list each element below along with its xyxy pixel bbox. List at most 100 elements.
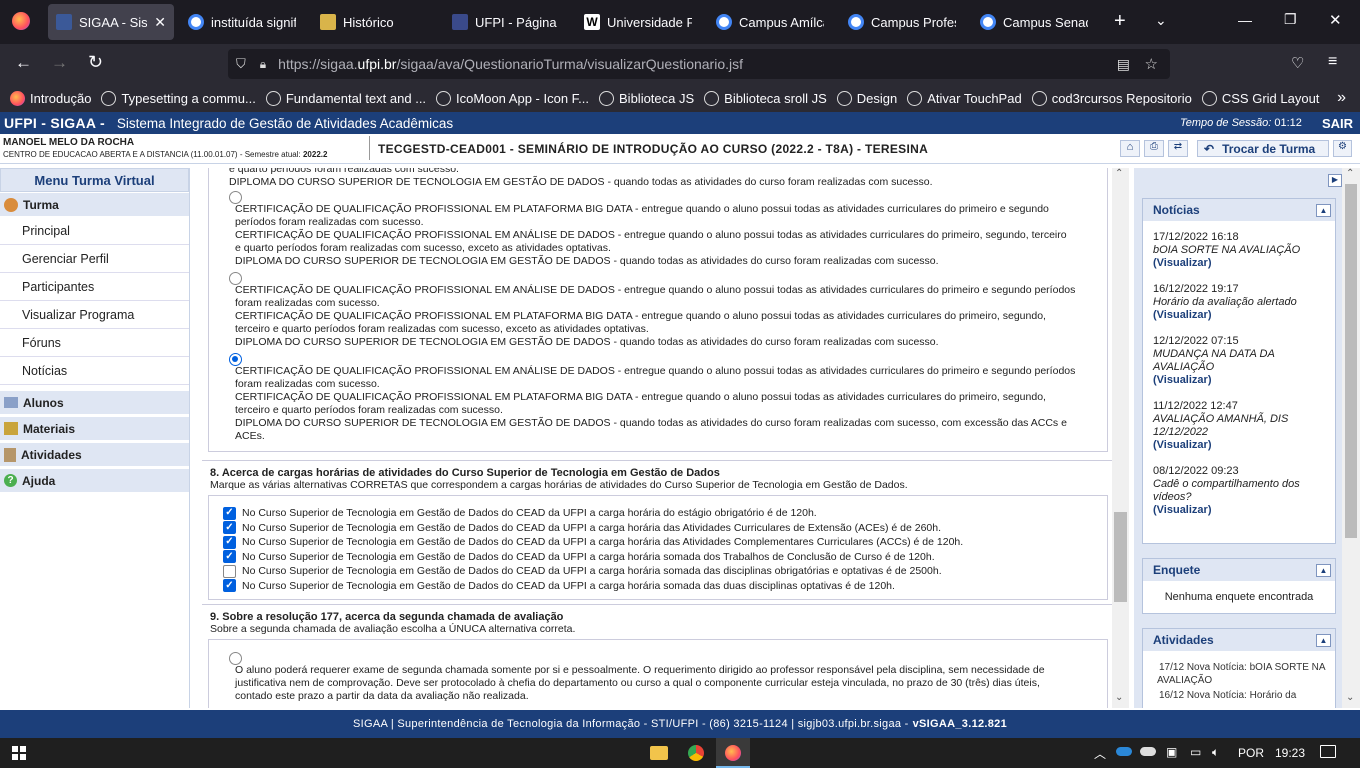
scroll-down-icon[interactable]: ⌄ (1115, 692, 1123, 703)
view-news-link[interactable]: (Visualizar) (1153, 439, 1325, 452)
menu-item-visualizar-programa[interactable]: Visualizar Programa (0, 301, 189, 329)
reload-icon[interactable]: ↻ (88, 52, 103, 73)
menu-section-atividades[interactable]: Atividades (0, 443, 189, 467)
checkbox-checked[interactable]: ✓ (223, 506, 236, 520)
windows-start-icon[interactable] (12, 746, 26, 760)
clock[interactable]: 19:23 (1275, 746, 1305, 760)
bookmark-item[interactable]: Typesetting a commu... (101, 90, 256, 106)
radio-button[interactable] (229, 652, 242, 665)
view-news-link[interactable]: (Visualizar) (1153, 374, 1325, 387)
view-news-link[interactable]: (Visualizar) (1153, 309, 1325, 322)
chevron-up-icon[interactable]: ︿ (1094, 745, 1106, 762)
bookmark-item[interactable]: Design (836, 90, 897, 106)
bookmark-item[interactable]: Biblioteca sroll JS (704, 90, 827, 106)
cloud-icon[interactable] (1140, 747, 1156, 756)
collapse-icon[interactable]: ▲ (1316, 563, 1331, 577)
checkbox-checked[interactable]: ✓ (223, 550, 236, 564)
onedrive-icon[interactable] (1116, 747, 1132, 756)
close-window-icon[interactable]: ✕ (1329, 11, 1342, 29)
home-icon[interactable]: ⌂ (1120, 140, 1140, 157)
checkbox-checked[interactable]: ✓ (223, 579, 236, 593)
close-tab-icon[interactable]: ✕ (154, 14, 166, 31)
content-scrollbar[interactable]: ⌃ ⌄ (1112, 168, 1129, 708)
view-news-link[interactable]: (Visualizar) (1153, 504, 1325, 517)
question-9-option[interactable]: O aluno poderá requerer exame de segunda… (229, 640, 1107, 705)
page-scrollbar[interactable]: ⌃ ⌄ (1342, 168, 1360, 708)
url-bar[interactable]: ⛉ 🔒︎ https://sigaa.ufpi.br/sigaa/ava/Que… (228, 49, 1170, 79)
forward-icon[interactable]: → (51, 53, 68, 73)
question-7-option[interactable]: CERTIFICAÇÃO DE QUALIFICAÇÃO PROFISSIONA… (229, 189, 1107, 270)
view-news-link[interactable]: (Visualizar) (1153, 257, 1325, 270)
tab-historico[interactable]: Histórico (312, 4, 436, 40)
checkbox-option[interactable]: ✓ No Curso Superior de Tecnologia em Gest… (223, 550, 1107, 565)
bookmark-item[interactable]: CSS Grid Layout (1201, 90, 1319, 106)
more-bookmarks-icon[interactable]: » (1337, 89, 1346, 107)
device-icon[interactable]: ▣ (1166, 745, 1177, 759)
tab-campus-amilcar[interactable]: Campus Amílcar (708, 4, 832, 40)
checkbox-checked[interactable]: ✓ (223, 535, 236, 549)
collapse-icon[interactable]: ▲ (1316, 633, 1331, 647)
new-tab-icon[interactable]: + (1114, 10, 1126, 33)
bookmark-item[interactable]: Introdução (10, 90, 91, 106)
exit-link[interactable]: SAIR (1322, 116, 1353, 131)
collapse-icon[interactable]: ▲ (1316, 203, 1331, 217)
bookmark-item[interactable]: cod3rcursos Repositorio (1031, 90, 1192, 106)
checkbox-unchecked[interactable] (223, 564, 236, 578)
reader-view-icon[interactable]: ▤ (1117, 56, 1130, 73)
notifications-icon[interactable] (1320, 745, 1336, 758)
question-7-option[interactable]: CERTIFICAÇÃO DE QUALIFICAÇÃO PROFISSIONA… (229, 270, 1107, 351)
tab-universidade[interactable]: W Universidade Fed (576, 4, 700, 40)
swap-icon[interactable]: ⇄ (1168, 140, 1188, 157)
language-indicator[interactable]: POR (1238, 746, 1264, 760)
tab-campus-senador[interactable]: Campus Senador (972, 4, 1096, 40)
network-icon[interactable]: ▭ (1190, 745, 1201, 759)
checkbox-option[interactable]: ✓ No Curso Superior de Tecnologia em Gest… (223, 579, 1107, 594)
checkbox-checked[interactable]: ✓ (223, 521, 236, 535)
menu-item-principal[interactable]: Principal (0, 217, 189, 245)
chrome-icon[interactable] (688, 745, 704, 761)
bookmark-item[interactable]: IcoMoon App - Icon F... (436, 90, 589, 106)
bookmark-item[interactable]: Biblioteca JS (599, 90, 694, 106)
scroll-thumb[interactable] (1345, 184, 1357, 538)
menu-section-materiais[interactable]: Materiais (0, 417, 189, 441)
pocket-icon[interactable]: ♡ (1291, 54, 1304, 72)
radio-button[interactable] (229, 272, 242, 285)
bookmark-item[interactable]: Fundamental text and ... (265, 90, 426, 106)
firefox-icon[interactable] (12, 12, 30, 30)
tab-campus-professor[interactable]: Campus Professo (840, 4, 964, 40)
checkbox-option[interactable]: ✓ No Curso Superior de Tecnologia em Gest… (223, 521, 1107, 536)
tab-ufpi[interactable]: UFPI - Página ini (444, 4, 568, 40)
scroll-up-icon[interactable]: ⌃ (1115, 168, 1123, 179)
bookmark-item[interactable]: Ativar TouchPad (907, 90, 1022, 106)
file-explorer-icon[interactable] (650, 746, 668, 760)
menu-item-participantes[interactable]: Participantes (0, 273, 189, 301)
menu-item-noticias[interactable]: Notícias (0, 357, 189, 385)
menu-section-ajuda[interactable]: ? Ajuda (0, 469, 189, 493)
menu-item-gerenciar-perfil[interactable]: Gerenciar Perfil (0, 245, 189, 273)
restore-icon[interactable]: ❐ (1284, 11, 1297, 28)
settings-icon[interactable]: ⚙ (1333, 140, 1352, 157)
scroll-thumb[interactable] (1114, 512, 1127, 602)
bookmark-star-icon[interactable]: ☆ (1145, 55, 1158, 73)
checkbox-option[interactable]: No Curso Superior de Tecnologia em Gestã… (223, 564, 1107, 579)
menu-icon[interactable]: ≡ (1328, 53, 1337, 71)
question-9-option[interactable] (235, 705, 1107, 708)
question-7-option-selected[interactable]: CERTIFICAÇÃO DE QUALIFICAÇÃO PROFISSIONA… (229, 351, 1107, 445)
tab-sigaa[interactable]: SIGAA - Sistema ✕ (48, 4, 174, 40)
print-icon[interactable]: ⎙ (1144, 140, 1164, 157)
checkbox-option[interactable]: ✓ No Curso Superior de Tecnologia em Gest… (223, 506, 1107, 521)
expand-arrow-icon[interactable]: ▶ (1328, 174, 1342, 187)
scroll-up-icon[interactable]: ⌃ (1346, 168, 1354, 179)
switch-class-button[interactable]: ↶ Trocar de Turma (1197, 140, 1329, 157)
radio-button[interactable] (229, 191, 242, 204)
tab-instituida[interactable]: instituída signific (180, 4, 304, 40)
volume-icon[interactable]: 🔈︎ (1212, 745, 1219, 760)
list-tabs-icon[interactable]: ⌄ (1155, 12, 1167, 29)
menu-item-foruns[interactable]: Fóruns (0, 329, 189, 357)
menu-section-alunos[interactable]: Alunos (0, 391, 189, 415)
radio-button-selected[interactable] (229, 353, 242, 366)
scroll-down-icon[interactable]: ⌄ (1346, 692, 1354, 703)
back-icon[interactable]: ← (15, 53, 32, 73)
minimize-icon[interactable]: — (1238, 12, 1252, 28)
checkbox-option[interactable]: ✓ No Curso Superior de Tecnologia em Gest… (223, 535, 1107, 550)
